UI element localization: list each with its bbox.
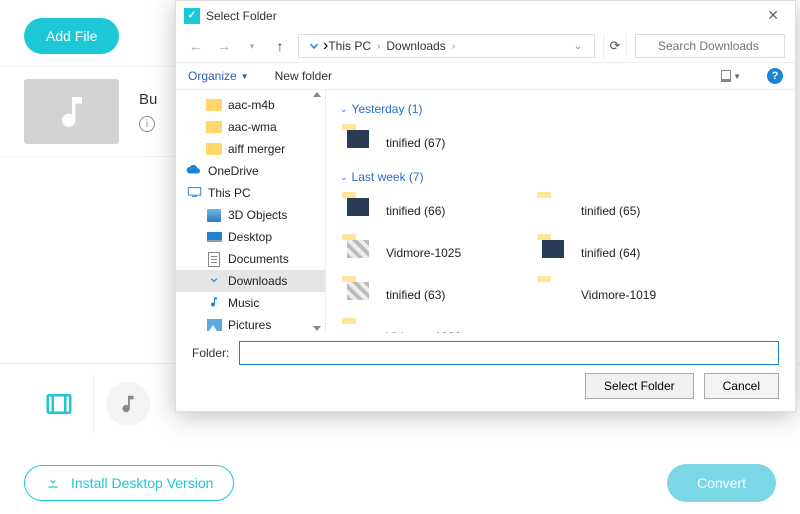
install-desktop-button[interactable]: Install Desktop Version — [24, 465, 234, 501]
audio-mode-icon[interactable] — [106, 382, 150, 426]
close-icon[interactable]: ✕ — [759, 5, 787, 26]
folder-item[interactable]: tinified (63) — [338, 274, 533, 316]
nav-forward-icon[interactable]: → — [214, 36, 234, 56]
tree-item-downloads[interactable]: Downloads — [176, 270, 325, 292]
tree-item-documents[interactable]: Documents — [176, 248, 325, 270]
music-note-icon — [52, 92, 92, 132]
folder-item[interactable]: tinified (67) — [338, 122, 533, 164]
folder-item[interactable]: Vidmore-1019 — [533, 274, 728, 316]
help-icon[interactable]: ? — [767, 68, 783, 84]
breadcrumb-downloads[interactable]: Downloads — [386, 39, 445, 53]
nav-recent-icon[interactable]: ▾ — [242, 36, 262, 56]
folder-item[interactable]: Vidmore-1025 — [338, 232, 533, 274]
download-icon — [45, 475, 61, 491]
tree-item-desktop[interactable]: Desktop — [176, 226, 325, 248]
folder-name-input[interactable] — [239, 341, 779, 365]
folder-item[interactable]: tinified (65) — [533, 190, 728, 232]
new-folder-button[interactable]: New folder — [275, 69, 332, 83]
tree-item-aac-wma[interactable]: aac-wma — [176, 116, 325, 138]
folder-list[interactable]: ⌄Yesterday (1)tinified (67)⌄Last week (7… — [326, 90, 795, 333]
info-icon[interactable]: i — [139, 116, 155, 132]
dialog-titlebar: ✓ Select Folder ✕ — [176, 1, 795, 30]
path-dropdown-icon[interactable]: ⌄ — [574, 41, 588, 52]
folder-item[interactable]: tinified (66) — [338, 190, 533, 232]
file-name: Bu — [139, 91, 157, 108]
folder-field-label: Folder: — [192, 346, 229, 360]
breadcrumb-this-pc[interactable]: This PC — [328, 39, 371, 53]
folder-tree[interactable]: aac-m4baac-wmaaiff mergerOneDriveThis PC… — [176, 90, 326, 333]
nav-up-icon[interactable]: ↑ — [270, 36, 290, 56]
view-options-icon[interactable]: ▼ — [721, 69, 741, 83]
group-header[interactable]: ⌄Last week (7) — [338, 164, 783, 190]
address-bar[interactable]: › This PC›Downloads› ⌄ — [298, 34, 595, 58]
add-file-button[interactable]: Add File — [24, 18, 119, 54]
audio-thumbnail — [24, 79, 119, 144]
breadcrumb-separator: › — [452, 41, 455, 52]
downloads-path-icon — [305, 37, 323, 55]
tree-item-music[interactable]: Music — [176, 292, 325, 314]
folder-item[interactable]: tinified (64) — [533, 232, 728, 274]
tree-item-3d-objects[interactable]: 3D Objects — [176, 204, 325, 226]
group-header[interactable]: ⌄Yesterday (1) — [338, 96, 783, 122]
tree-item-aiff-merger[interactable]: aiff merger — [176, 138, 325, 160]
refresh-icon[interactable]: ⟳ — [603, 34, 627, 58]
breadcrumb-separator: › — [377, 41, 380, 52]
select-folder-button[interactable]: Select Folder — [585, 373, 694, 399]
select-folder-dialog: ✓ Select Folder ✕ ← → ▾ ↑ › This PC › Down… — [175, 0, 796, 412]
tree-item-onedrive[interactable]: OneDrive — [176, 160, 325, 182]
organize-menu[interactable]: Organize▼ — [188, 69, 249, 83]
folder-item[interactable]: Vidmore-1020 — [338, 316, 533, 333]
cancel-button[interactable]: Cancel — [704, 373, 779, 399]
video-mode-icon[interactable] — [24, 374, 94, 434]
tree-item-pictures[interactable]: Pictures — [176, 314, 325, 333]
search-input[interactable] — [635, 34, 785, 58]
tree-item-aac-m4b[interactable]: aac-m4b — [176, 94, 325, 116]
install-label: Install Desktop Version — [71, 475, 213, 491]
convert-button[interactable]: Convert — [667, 464, 776, 502]
tree-item-this-pc[interactable]: This PC — [176, 182, 325, 204]
app-icon: ✓ — [184, 8, 200, 24]
nav-back-icon[interactable]: ← — [186, 36, 206, 56]
dialog-title: Select Folder — [206, 9, 277, 23]
